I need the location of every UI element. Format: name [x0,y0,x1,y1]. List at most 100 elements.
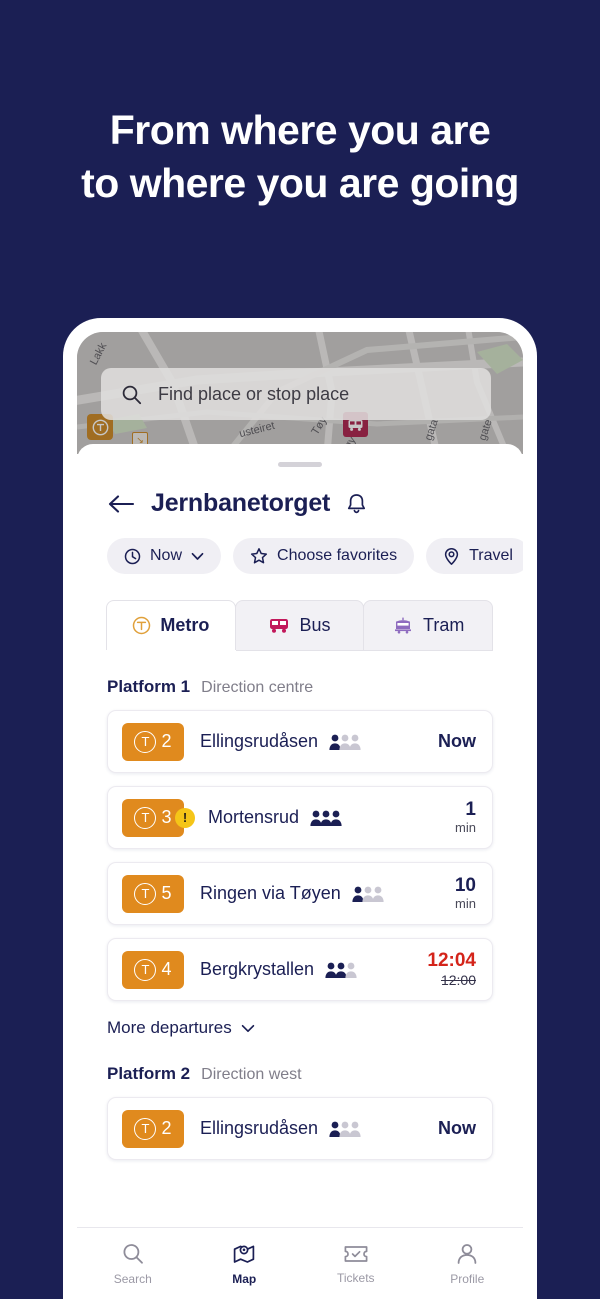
chip-choose-favorites[interactable]: Choose favorites [233,538,415,574]
departure-time: 10 min [414,875,476,912]
departure-row[interactable]: T 4 Bergkrystallen 12:04 12:00 [107,938,493,1001]
notification-button[interactable] [346,492,367,515]
occupancy-icon [328,1119,362,1138]
metro-t-icon: T [134,806,157,829]
line-badge: T 5 [122,874,184,913]
person-icon [457,1243,477,1264]
warning-icon[interactable]: ! [175,807,195,828]
page-title: Jernbanetorget [151,489,331,517]
departure-time: 12:04 12:00 [404,950,476,989]
tram-icon [395,617,412,634]
departure-time: Now [414,1118,476,1139]
time-unit: min [455,820,476,835]
bottom-navigation: Search Map Tickets Profile [77,1227,523,1299]
departure-time: Now [414,731,476,752]
occupancy-icon [309,808,343,827]
map-icon [234,1245,255,1263]
bell-icon [348,494,366,514]
line-badge: T 3 ! [122,798,195,837]
arrow-left-icon [108,494,135,513]
promo-screen: From where you are to where you are goin… [0,0,600,1299]
tab-label: Tram [423,615,465,635]
occupancy-icon [351,884,385,903]
occupancy-icon [324,960,358,979]
destination: Ringen via Tøyen [200,883,414,904]
tab-bus[interactable]: Bus [234,600,365,650]
time-value: Now [438,731,476,751]
departure-row[interactable]: T 3 ! Mortensrud 1 min [107,786,493,849]
metro-t-icon: T [134,1117,157,1140]
occupancy-icon [328,732,362,751]
chip-travel[interactable]: Travel [426,538,523,574]
destination-name: Ellingsrudåsen [200,1118,319,1138]
departure-row[interactable]: T 2 Ellingsrudåsen Now [107,710,493,773]
line-badge: T 2 [122,1109,184,1148]
filter-chips: Now Choose favorites Travel [77,518,523,574]
departure-row[interactable]: T 5 Ringen via Tøyen 10 min [107,862,493,925]
metro-t-icon: T [134,958,157,981]
search-placeholder-text: Find place or stop place [158,383,350,404]
nav-label: Tickets [336,1270,375,1285]
phone-screen: Lakk usteiret Tøy Tøy gata gate ↘ [77,332,523,1299]
chip-label: Choose favorites [277,547,398,564]
nav-item-search[interactable]: Search [77,1242,189,1286]
chip-now[interactable]: Now [107,538,222,574]
destination-name: Bergkrystallen [200,959,315,979]
line-number: 4 [161,959,172,979]
headline-line-1: From where you are [109,107,491,153]
platform-name: Platform 2 [107,1064,191,1083]
time-value: 12:04 [427,950,476,971]
line-badge: T 4 [122,950,184,989]
line-number: 2 [161,731,172,751]
platform-header: Platform 1 Direction centre [77,651,523,697]
metro-t-icon: T [134,730,157,753]
nav-item-tickets[interactable]: Tickets [300,1243,412,1285]
destination-name: Ringen via Tøyen [200,883,341,903]
map-area[interactable]: Lakk usteiret Tøy Tøy gata gate ↘ [77,332,523,454]
metro-t-icon [133,616,151,635]
ticket-icon [344,1245,368,1262]
chevron-down-icon [191,552,204,560]
destination: Mortensrud [208,807,414,828]
bus-icon [270,619,289,633]
destination: Ellingsrudåsen [200,731,414,752]
original-time: 12:00 [440,972,476,988]
chip-label: Now [150,547,183,564]
chip-label: Travel [469,547,513,564]
back-button[interactable] [107,494,135,514]
destination-name: Ellingsrudåsen [200,731,319,751]
star-icon [250,548,268,564]
promo-headline: From where you are to where you are goin… [0,104,600,210]
metro-t-icon: T [134,882,157,905]
headline-line-2: to where you are going [81,160,519,206]
more-departures-label: More departures [107,1018,232,1037]
line-badge: T 2 [122,722,184,761]
platform-header: Platform 2 Direction west [77,1038,523,1084]
departure-row[interactable]: T 2 Ellingsrudåsen Now [107,1097,493,1160]
nav-item-profile[interactable]: Profile [412,1242,524,1286]
platform-direction: Direction west [201,1066,302,1083]
destination: Bergkrystallen [200,959,404,980]
nav-item-map[interactable]: Map [189,1242,301,1286]
destination: Ellingsrudåsen [200,1118,414,1139]
line-number: 2 [161,1118,172,1138]
platform-name: Platform 1 [107,677,191,696]
tab-label: Metro [160,615,210,635]
pin-icon [444,547,459,565]
time-value: 10 [454,875,476,896]
time-value: 1 [465,799,476,820]
time-value: Now [438,1118,476,1138]
stop-header: Jernbanetorget [77,467,523,518]
tab-metro[interactable]: Metro [106,600,236,650]
clock-icon [124,548,141,564]
more-departures-button[interactable]: More departures [77,1001,523,1038]
search-input[interactable]: Find place or stop place [101,368,491,420]
transport-tabs: Metro Bus Tram [106,600,494,651]
tab-tram[interactable]: Tram [363,600,494,650]
nav-label: Profile [450,1271,485,1286]
platform-direction: Direction centre [201,679,314,696]
search-icon [123,1243,143,1264]
search-icon [122,385,142,404]
line-number: 3 [161,807,172,827]
line-number: 5 [161,883,172,903]
